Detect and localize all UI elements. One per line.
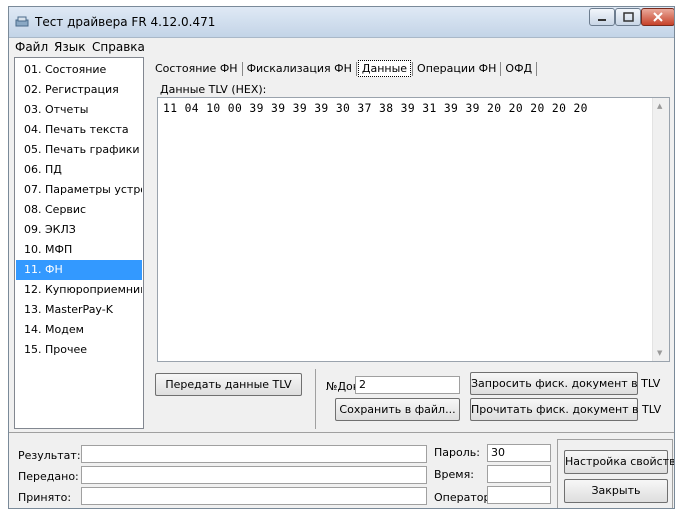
tab-strip: Состояние ФН Фискализация ФН Данные Операци… — [152, 60, 538, 78]
tlv-hex-textarea[interactable]: 11 04 10 00 39 39 39 39 30 37 38 39 31 3… — [157, 97, 670, 362]
save-to-file-button[interactable]: Сохранить в файл... — [335, 398, 460, 421]
sent-label: Передано: — [18, 470, 79, 483]
section-item[interactable]: 09. ЭКЛЗ — [16, 220, 142, 240]
settings-button[interactable]: Настройка свойств — [564, 450, 674, 474]
section-item[interactable]: 12. Купюроприемник — [16, 280, 142, 300]
tlv-data-label: Данные TLV (HEX): — [160, 83, 267, 96]
tab-separator — [536, 62, 538, 76]
received-field[interactable] — [81, 487, 427, 505]
tab-separator — [412, 62, 414, 76]
scroll-down-arrow-icon[interactable]: ▼ — [657, 349, 662, 357]
time-label: Время: — [434, 468, 474, 481]
panel-divider — [9, 432, 674, 433]
close-window-button[interactable] — [641, 8, 674, 26]
result-label: Результат: — [18, 449, 81, 462]
scroll-up-arrow-icon[interactable]: ▲ — [657, 102, 662, 110]
menu-help[interactable]: Справка — [92, 40, 145, 54]
title-bar: Тест драйвера FR 4.12.0.471 — [9, 7, 674, 38]
tlv-hex-value: 11 04 10 00 39 39 39 39 30 37 38 39 31 3… — [163, 102, 588, 115]
maximize-button[interactable] — [615, 8, 641, 26]
tab-fn-status[interactable]: Состояние ФН — [152, 61, 241, 76]
minimize-button[interactable] — [589, 8, 615, 26]
menu-language[interactable]: Язык — [54, 40, 85, 54]
read-fiscal-doc-tlv-button[interactable]: Прочитать фиск. документ в TLV — [470, 398, 661, 421]
section-item[interactable]: 15. Прочее — [16, 340, 142, 360]
section-item[interactable]: 10. МФП — [16, 240, 142, 260]
main-window: Тест драйвера FR 4.12.0.471 Файл Язык Сп… — [8, 6, 675, 509]
section-item[interactable]: 01. Состояние — [16, 60, 142, 80]
section-item[interactable]: 14. Модем — [16, 320, 142, 340]
section-item[interactable]: 13. MasterPay-K — [16, 300, 142, 320]
received-label: Принято: — [18, 491, 72, 504]
tab-separator — [355, 62, 357, 76]
app-icon — [15, 15, 29, 29]
section-item[interactable]: 08. Сервис — [16, 200, 142, 220]
top-margin — [0, 0, 675, 6]
send-tlv-button[interactable]: Передать данные TLV — [155, 373, 302, 396]
close-button[interactable]: Закрыть — [564, 479, 668, 503]
vertical-scrollbar[interactable]: ▲ ▼ — [652, 98, 669, 361]
section-item[interactable]: 02. Регистрация — [16, 80, 142, 100]
section-item[interactable]: 05. Печать графики — [16, 140, 142, 160]
result-field[interactable] — [81, 445, 427, 463]
section-item[interactable]: 04. Печать текста — [16, 120, 142, 140]
operator-label: Оператор: — [434, 491, 495, 504]
section-item-selected[interactable]: 11. ФН — [16, 260, 142, 280]
divider — [315, 369, 316, 429]
operator-field[interactable] — [487, 486, 551, 504]
window-title: Тест драйвера FR 4.12.0.471 — [35, 15, 216, 29]
doc-number-input[interactable]: 2 — [355, 376, 460, 394]
tab-separator — [500, 62, 502, 76]
tab-fn-operations[interactable]: Операции ФН — [414, 61, 499, 76]
tab-data[interactable]: Данные — [357, 60, 412, 77]
menu-file[interactable]: Файл — [15, 40, 48, 54]
password-label: Пароль: — [434, 446, 480, 459]
section-item[interactable]: 07. Параметры устройств — [16, 180, 142, 200]
tab-ofd[interactable]: ОФД — [502, 61, 535, 76]
tab-fiscalization[interactable]: Фискализация ФН — [244, 61, 355, 76]
tab-separator — [241, 62, 243, 76]
section-list[interactable]: 01. Состояние 02. Регистрация 03. Отчеты… — [14, 57, 144, 429]
password-input[interactable]: 30 — [487, 444, 551, 462]
menu-bar: Файл Язык Справка — [9, 38, 674, 56]
section-item[interactable]: 03. Отчеты — [16, 100, 142, 120]
sent-field[interactable] — [81, 466, 427, 484]
request-fiscal-doc-tlv-button[interactable]: Запросить фиск. документ в TLV — [470, 372, 660, 395]
time-field[interactable] — [487, 465, 551, 483]
section-item[interactable]: 06. ПД — [16, 160, 142, 180]
